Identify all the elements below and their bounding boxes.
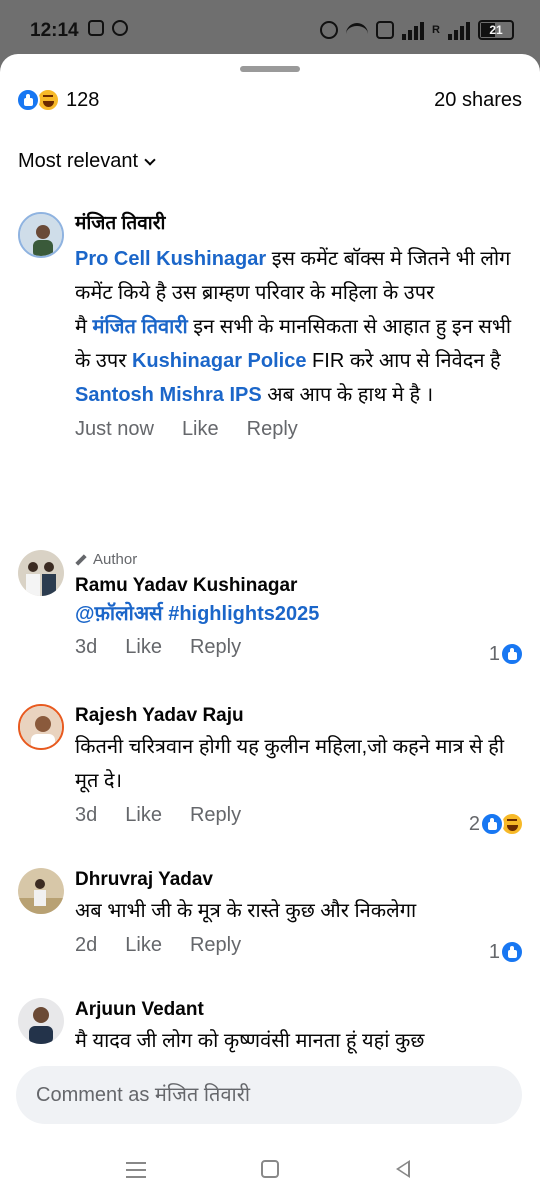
reaction-count: 1 <box>488 940 500 963</box>
comment-actions: 2d Like Reply <box>75 934 524 957</box>
comment-composer[interactable] <box>16 1066 522 1124</box>
comment-item: Arjuun Vedant मै यादव जी लोग को कृष्णवंस… <box>18 998 524 1058</box>
instagram-icon <box>88 20 104 36</box>
mention-link[interactable]: मंजित तिवारी <box>93 316 188 338</box>
recents-icon[interactable] <box>126 1162 146 1178</box>
reply-button[interactable]: Reply <box>247 418 298 441</box>
author-badge: Author <box>75 550 524 570</box>
mention-link[interactable]: Santosh Mishra IPS <box>75 384 262 406</box>
commenter-name[interactable]: Ramu Yadav Kushinagar <box>75 574 524 598</box>
comment-text-part: अब आप के हाथ मे है । <box>261 384 434 406</box>
comments-sheet: 128 20 shares Most relevant मंजित तिवारी… <box>0 54 540 1200</box>
drag-handle[interactable] <box>240 66 300 72</box>
comment-actions: Just now Like Reply <box>75 418 524 441</box>
comment-time[interactable]: 3d <box>75 636 97 659</box>
like-reaction-icon <box>480 812 504 836</box>
author-label: Author <box>93 551 138 568</box>
comment-time[interactable]: 3d <box>75 804 97 827</box>
mention-link[interactable]: Pro Cell Kushinagar <box>75 248 266 270</box>
volte-call-icon <box>376 21 395 39</box>
status-icons: R 21 <box>320 18 514 42</box>
comment-text-part: FIR करे आप से निवेदन है <box>306 350 501 372</box>
commenter-name[interactable]: Dhruvraj Yadav <box>75 868 524 892</box>
home-icon[interactable] <box>261 1160 279 1178</box>
comment-text-part: मै <box>75 316 93 338</box>
like-button[interactable]: Like <box>125 636 162 659</box>
comment-item: Dhruvraj Yadav अब भाभी जी के मूत्र के रा… <box>18 868 524 978</box>
alarm-icon <box>320 21 339 39</box>
reactions-summary[interactable]: 128 20 shares <box>16 84 522 116</box>
like-button[interactable]: Like <box>182 418 219 441</box>
reply-button[interactable]: Reply <box>190 804 241 827</box>
comment-text: मै यादव जी लोग को कृष्णवंसी मानता हूं यह… <box>75 1030 425 1052</box>
roaming-label: R <box>432 24 440 36</box>
back-icon[interactable] <box>396 1160 410 1178</box>
comment-actions: 3d Like Reply <box>75 804 524 827</box>
like-reaction-icon <box>16 88 40 112</box>
avatar[interactable] <box>18 998 64 1044</box>
status-bar: 12:14 R 21 <box>0 0 540 60</box>
commenter-name[interactable]: मंजित तिवारी <box>75 212 524 236</box>
comment-time[interactable]: 2d <box>75 934 97 957</box>
comment-reactions[interactable]: 1 <box>489 940 524 964</box>
comment-text: कितनी चरित्रवान होगी यह कुलीन महिला,जो क… <box>75 736 505 792</box>
chevron-down-icon <box>144 153 156 166</box>
comment-item: Rajesh Yadav Raju कितनी चरित्रवान होगी य… <box>18 704 524 844</box>
like-reaction-icon <box>500 642 524 666</box>
avatar[interactable] <box>18 868 64 914</box>
comment-text: अब भाभी जी के मूत्र के रास्ते कुछ और निक… <box>75 900 417 922</box>
sort-dropdown[interactable]: Most relevant <box>18 150 156 173</box>
signal-2-icon <box>448 20 470 40</box>
whatsapp-icon <box>112 20 128 36</box>
comment-actions: 3d Like Reply <box>75 636 524 659</box>
reply-button[interactable]: Reply <box>190 934 241 957</box>
hashtag-link[interactable]: @फ़ॉलोअर्स #highlights2025 <box>75 598 524 630</box>
reaction-count: 2 <box>468 812 480 835</box>
comment-reactions[interactable]: 2 <box>469 812 524 836</box>
reply-button[interactable]: Reply <box>190 636 241 659</box>
like-button[interactable]: Like <box>125 934 162 957</box>
status-time: 12:14 <box>30 20 79 41</box>
avatar[interactable] <box>18 550 64 596</box>
mention-link[interactable]: Kushinagar Police <box>132 350 307 372</box>
comment-item: Author Ramu Yadav Kushinagar @फ़ॉलोअर्स … <box>18 550 524 680</box>
avatar[interactable] <box>18 704 64 750</box>
like-reaction-icon <box>500 940 524 964</box>
like-button[interactable]: Like <box>125 804 162 827</box>
shares-count[interactable]: 20 shares <box>434 89 522 112</box>
battery-icon: 21 <box>478 20 514 40</box>
avatar[interactable] <box>18 212 64 258</box>
signal-1-icon <box>402 20 425 40</box>
sort-label: Most relevant <box>18 150 139 172</box>
comment-time[interactable]: Just now <box>75 418 154 441</box>
wifi-icon <box>346 23 369 37</box>
comment-item: मंजित तिवारी Pro Cell Kushinagar इस कमें… <box>18 212 524 532</box>
reaction-count[interactable]: 128 <box>66 89 99 112</box>
system-nav-bar <box>0 1140 540 1200</box>
commenter-name[interactable]: Rajesh Yadav Raju <box>75 704 524 728</box>
battery-level: 21 <box>489 23 503 37</box>
reaction-count: 1 <box>488 642 500 665</box>
commenter-name[interactable]: Arjuun Vedant <box>75 998 524 1022</box>
comment-reactions[interactable]: 1 <box>489 642 524 666</box>
pencil-icon <box>75 554 87 566</box>
comment-text: Pro Cell Kushinagar इस कमेंट बॉक्स मे जि… <box>75 242 524 412</box>
comment-input[interactable] <box>16 1066 522 1124</box>
